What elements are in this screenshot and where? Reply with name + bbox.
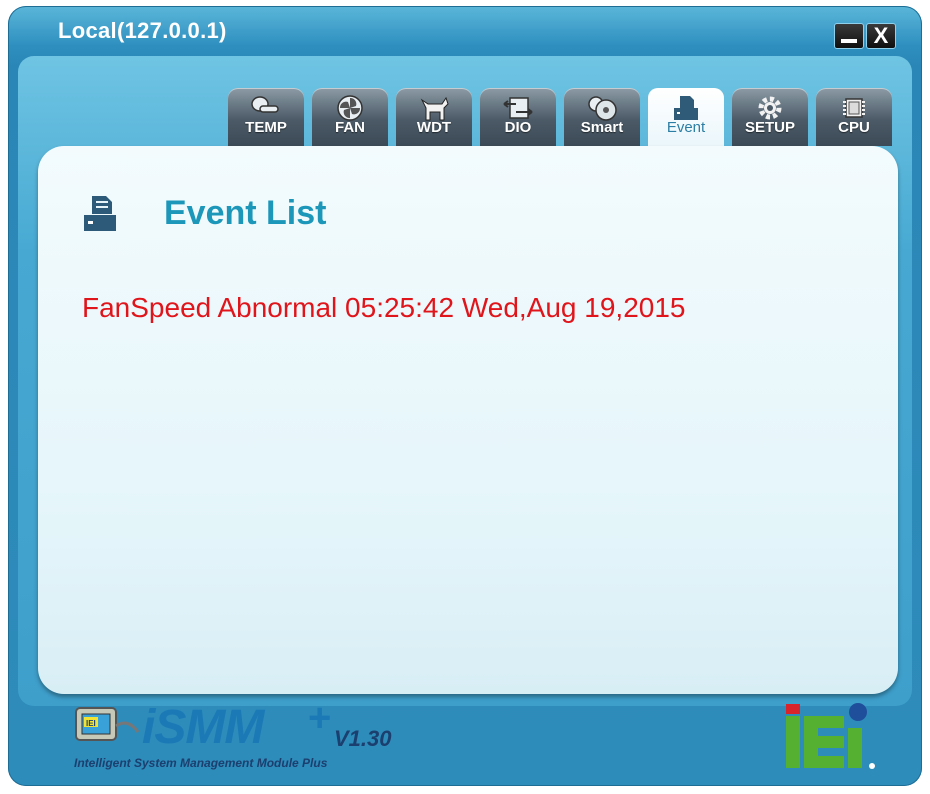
ismm-badge-icon: IEI <box>75 707 140 741</box>
tab-dio[interactable]: DIO <box>480 88 556 146</box>
window-title: Local(127.0.0.1) <box>58 18 227 43</box>
tab-event[interactable]: Event <box>648 88 724 148</box>
logo-text: iSMM <box>142 701 264 754</box>
tab-setup[interactable]: SETUP <box>732 88 808 146</box>
logo-subtitle: Intelligent System Management Module Plu… <box>74 756 328 770</box>
tab-cpu[interactable]: CPU <box>816 88 892 146</box>
printer-icon <box>84 196 116 231</box>
dio-icon <box>503 97 533 119</box>
thermometer-icon <box>251 96 279 113</box>
chip-icon <box>843 98 865 118</box>
smart-disk-icon <box>588 96 617 121</box>
watchdog-icon <box>420 96 449 121</box>
event-list-item: FanSpeed Abnormal 05:25:42 Wed,Aug 19,20… <box>82 292 686 323</box>
tab-label: WDT <box>416 119 452 136</box>
tab-label: DIO <box>504 119 532 136</box>
tab-fan[interactable]: FAN <box>312 88 388 146</box>
fan-icon <box>337 95 363 121</box>
minimize-button[interactable] <box>834 23 864 49</box>
tab-label: Smart <box>580 119 624 136</box>
footer: IEI iSMM + V1.30 Intelligent System Mana… <box>10 696 904 776</box>
gear-icon <box>758 96 782 120</box>
event-panel: Event List FanSpeed Abnormal 05:25:42 We… <box>38 146 898 694</box>
tab-label: CPU <box>838 119 870 136</box>
close-button[interactable]: X <box>866 23 896 49</box>
logo-plus: + <box>308 696 332 740</box>
tab-label: SETUP <box>744 119 795 136</box>
version-label: V1.30 <box>334 726 392 751</box>
tab-smart[interactable]: Smart <box>564 88 640 146</box>
brand-badge-text: IEI <box>86 719 96 728</box>
tab-label: Event <box>666 119 706 136</box>
page-title: Event List <box>164 194 327 232</box>
tab-wdt[interactable]: WDT <box>396 88 472 146</box>
tab-label: FAN <box>335 119 365 136</box>
close-icon: X <box>873 23 889 48</box>
printer-icon <box>674 96 698 120</box>
tab-label: TEMP <box>245 119 287 136</box>
minimize-icon <box>841 39 857 43</box>
ismm-logo: IEI iSMM + V1.30 Intelligent System Mana… <box>72 696 432 776</box>
tab-temp[interactable]: TEMP <box>228 88 304 146</box>
iei-company-logo <box>786 703 875 769</box>
